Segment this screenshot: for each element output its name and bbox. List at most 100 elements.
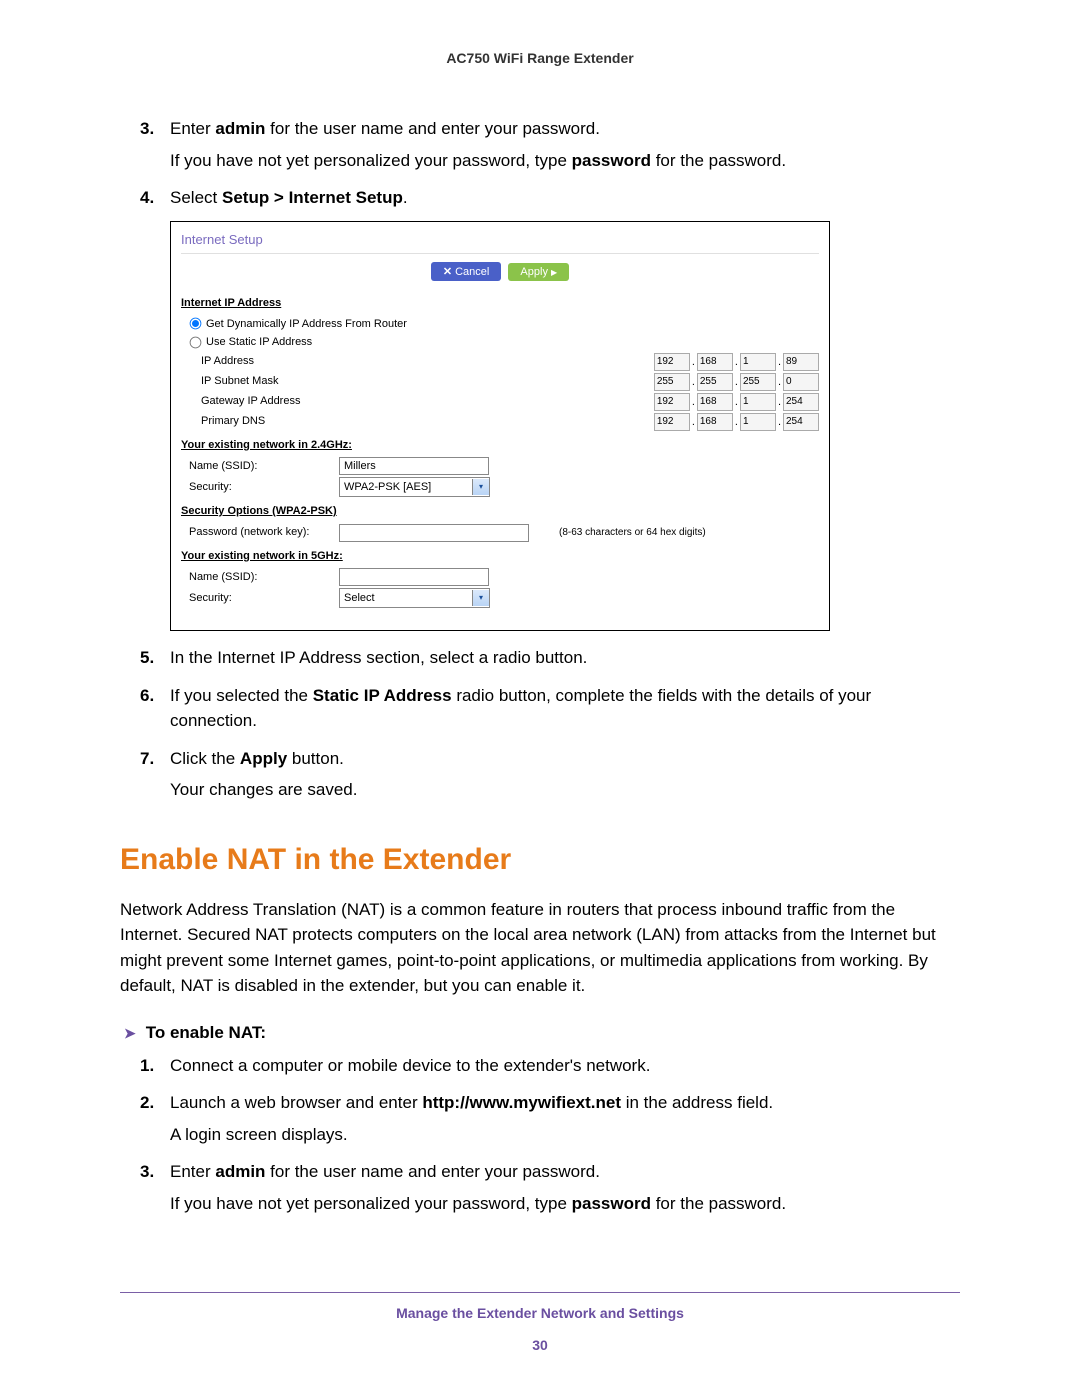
step-3: 3. Enter admin for the user name and ent… <box>140 116 960 173</box>
step-5: 5. In the Internet IP Address section, s… <box>140 645 960 671</box>
step-number: 6. <box>140 683 154 709</box>
text: . <box>403 188 408 207</box>
step-number: 7. <box>140 746 154 772</box>
octet[interactable]: 254 <box>783 413 819 431</box>
step-number: 3. <box>140 116 154 142</box>
text-bold: Static IP Address <box>313 686 452 705</box>
triangle-bullet-icon: ➤ <box>124 1025 136 1041</box>
text: button. <box>287 749 344 768</box>
footer-text: Manage the Extender Network and Settings <box>120 1305 960 1321</box>
primary-dns-field[interactable]: 192. 168. 1. 254 <box>654 413 819 431</box>
internet-setup-screenshot: Internet Setup ✕Cancel Apply▶ Internet I… <box>170 221 830 632</box>
select-value: Select <box>344 590 375 607</box>
security-24-select[interactable]: WPA2-PSK [AES] ▾ <box>339 477 490 497</box>
step-number: 2. <box>140 1090 154 1116</box>
text: for the password. <box>651 151 786 170</box>
label-ssid-24: Name (SSID): <box>189 458 339 475</box>
security-5-select[interactable]: Select ▾ <box>339 588 490 608</box>
ip-address-field[interactable]: 192. 168. 1. 89 <box>654 353 819 371</box>
step-6: 6. If you selected the Static IP Address… <box>140 683 960 734</box>
step-number: 1. <box>140 1053 154 1079</box>
text: If you selected the <box>170 686 313 705</box>
step-number: 3. <box>140 1159 154 1185</box>
page-number: 30 <box>120 1337 960 1353</box>
step-number: 4. <box>140 185 154 211</box>
octet[interactable]: 192 <box>654 413 690 431</box>
octet[interactable]: 89 <box>783 353 819 371</box>
cancel-button[interactable]: ✕Cancel <box>431 262 501 281</box>
octet[interactable]: 254 <box>783 393 819 411</box>
nat-step-1: 1. Connect a computer or mobile device t… <box>140 1053 960 1079</box>
section-heading-enable-nat: Enable NAT in the Extender <box>120 843 960 877</box>
subnet-mask-field[interactable]: 255. 255. 255. 0 <box>654 373 819 391</box>
radio-label: Get Dynamically IP Address From Router <box>206 316 407 333</box>
octet[interactable]: 255 <box>740 373 776 391</box>
chevron-down-icon: ▾ <box>472 590 489 606</box>
text: If you have not yet personalized your pa… <box>170 1194 572 1213</box>
radio-static-ip[interactable] <box>190 336 202 348</box>
text-bold: password <box>572 151 651 170</box>
text: If you have not yet personalized your pa… <box>170 151 572 170</box>
text: Enter <box>170 1162 215 1181</box>
document-header: AC750 WiFi Range Extender <box>120 50 960 66</box>
text-bold: http://www.mywifiext.net <box>422 1093 621 1112</box>
step-note: A login screen displays. <box>170 1122 960 1148</box>
step-number: 5. <box>140 645 154 671</box>
password-input[interactable] <box>339 524 529 542</box>
text-bold: Apply <box>240 749 287 768</box>
step-note: If you have not yet personalized your pa… <box>170 1191 960 1217</box>
octet[interactable]: 0 <box>783 373 819 391</box>
section-header-24ghz: Your existing network in 2.4GHz: <box>181 437 819 454</box>
text: for the password. <box>651 1194 786 1213</box>
text: Select <box>170 188 222 207</box>
radio-dynamic-ip[interactable] <box>190 318 202 330</box>
page-footer: Manage the Extender Network and Settings… <box>120 1292 960 1353</box>
text: for the user name and enter your passwor… <box>265 119 600 138</box>
text: Enter <box>170 119 215 138</box>
octet[interactable]: 1 <box>740 413 776 431</box>
octet[interactable]: 192 <box>654 393 690 411</box>
octet[interactable]: 1 <box>740 353 776 371</box>
octet[interactable]: 168 <box>697 393 733 411</box>
octet[interactable]: 255 <box>697 373 733 391</box>
step-4: 4. Select Setup > Internet Setup. Intern… <box>140 185 960 631</box>
label-ssid-5: Name (SSID): <box>189 569 339 586</box>
ssid-5-input[interactable] <box>339 568 489 586</box>
octet[interactable]: 168 <box>697 353 733 371</box>
play-icon: ▶ <box>551 268 557 277</box>
label-primary-dns: Primary DNS <box>201 413 351 430</box>
text-bold: admin <box>215 119 265 138</box>
text: in the address field. <box>621 1093 773 1112</box>
label-gateway: Gateway IP Address <box>201 393 351 410</box>
section-header-5ghz: Your existing network in 5GHz: <box>181 548 819 565</box>
gateway-field[interactable]: 192. 168. 1. 254 <box>654 393 819 411</box>
panel-title: Internet Setup <box>181 230 819 250</box>
text: Launch a web browser and enter <box>170 1093 422 1112</box>
nat-step-3: 3. Enter admin for the user name and ent… <box>140 1159 960 1216</box>
procedure-lead: ➤ To enable NAT: <box>124 1023 960 1043</box>
button-label: Cancel <box>455 266 489 278</box>
section-paragraph: Network Address Translation (NAT) is a c… <box>120 897 960 999</box>
close-icon: ✕ <box>443 266 452 278</box>
text-bold: To enable NAT: <box>146 1023 266 1042</box>
radio-label: Use Static IP Address <box>206 334 312 351</box>
button-label: Apply <box>520 266 548 278</box>
label-subnet-mask: IP Subnet Mask <box>201 373 351 390</box>
octet[interactable]: 168 <box>697 413 733 431</box>
text: Connect a computer or mobile device to t… <box>170 1056 650 1075</box>
octet[interactable]: 1 <box>740 393 776 411</box>
text-bold: admin <box>215 1162 265 1181</box>
text: Click the <box>170 749 240 768</box>
octet[interactable]: 192 <box>654 353 690 371</box>
select-value: WPA2-PSK [AES] <box>344 479 431 496</box>
nat-step-2: 2. Launch a web browser and enter http:/… <box>140 1090 960 1147</box>
label-ip-address: IP Address <box>201 353 351 370</box>
ssid-24-input[interactable] <box>339 457 489 475</box>
text: for the user name and enter your passwor… <box>265 1162 600 1181</box>
label-password: Password (network key): <box>189 524 339 541</box>
apply-button[interactable]: Apply▶ <box>508 263 569 281</box>
section-header-secopts: Security Options (WPA2-PSK) <box>181 503 819 520</box>
text-bold: password <box>572 1194 651 1213</box>
divider <box>181 253 819 254</box>
octet[interactable]: 255 <box>654 373 690 391</box>
